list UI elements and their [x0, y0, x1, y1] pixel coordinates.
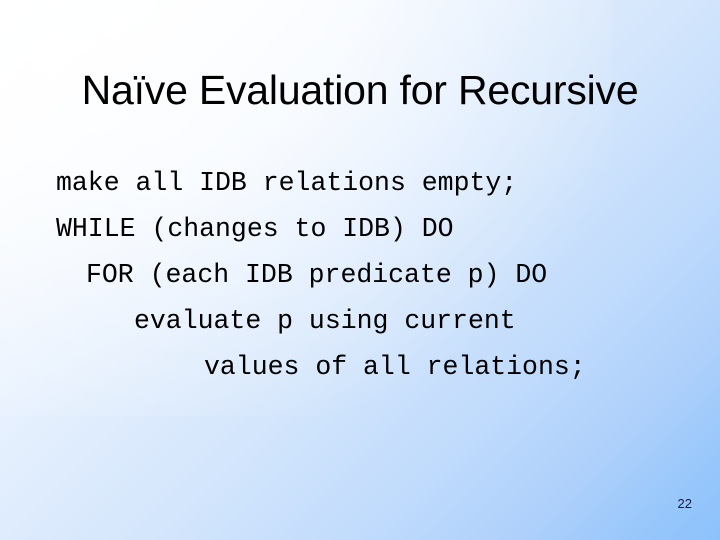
code-line: values of all relations;	[204, 352, 586, 382]
slide-title-placeholder: Naïve Evaluation for Recursive	[48, 66, 672, 114]
code-body-placeholder: make all IDB relations empty; WHILE (cha…	[0, 160, 720, 390]
code-line: make all IDB relations empty;	[56, 168, 518, 198]
slide-content-area: Naïve Evaluation for Recursive make all …	[0, 0, 720, 540]
presentation-slide: Naïve Evaluation for Recursive make all …	[0, 0, 720, 540]
page-title: Naïve Evaluation for Recursive	[81, 67, 639, 113]
code-line: FOR (each IDB predicate p) DO	[86, 260, 548, 290]
code-line: WHILE (changes to IDB) DO	[56, 214, 454, 244]
slide-page-number: 22	[677, 496, 692, 511]
code-line: evaluate p using current	[134, 306, 516, 336]
